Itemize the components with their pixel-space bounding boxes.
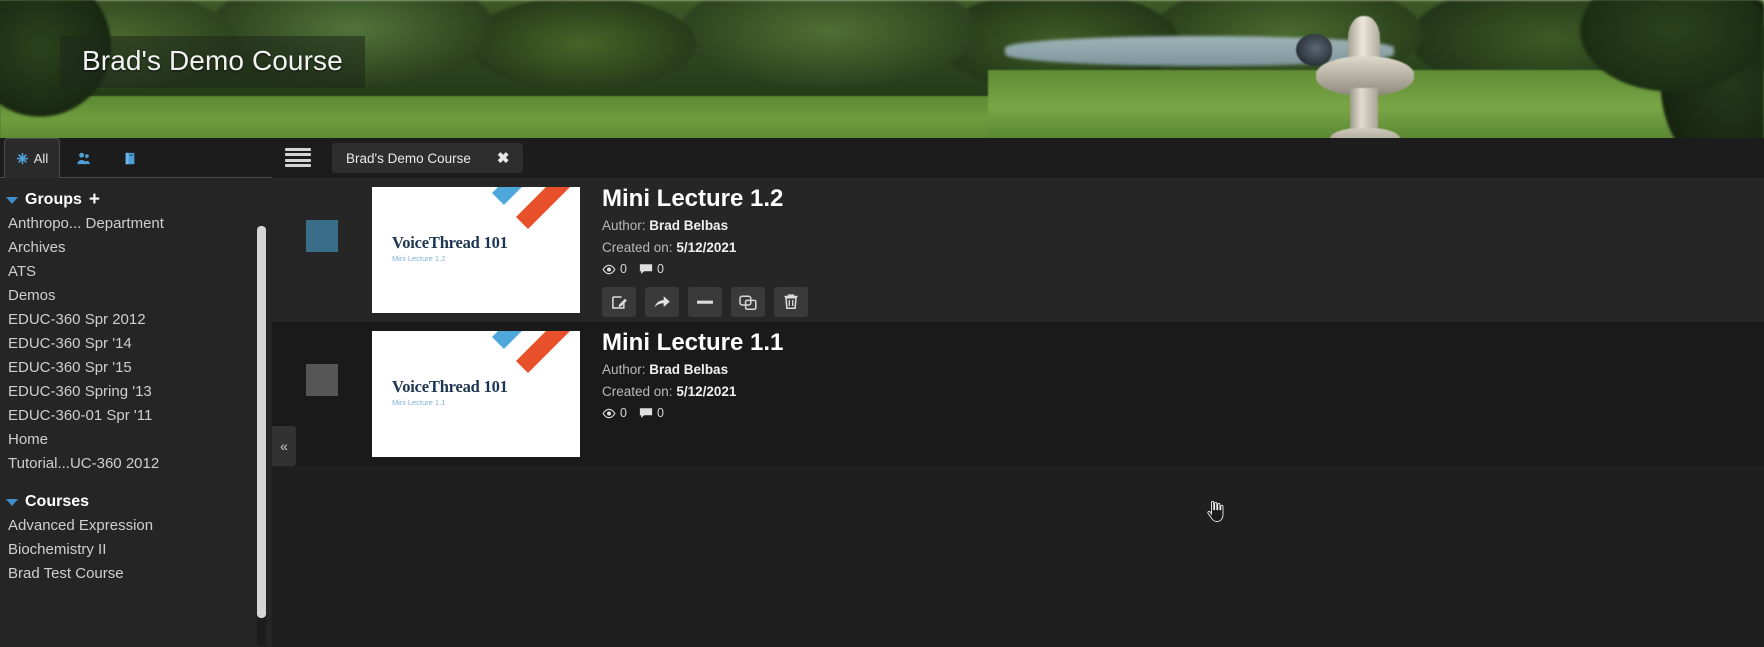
groups-section-label: Groups	[25, 191, 82, 208]
thumbnail-title: VoiceThread 101	[392, 233, 508, 252]
sidebar-tabbar: All	[0, 138, 272, 179]
eye-icon	[602, 408, 616, 419]
edit-button[interactable]	[602, 287, 636, 317]
tab-people[interactable]	[64, 138, 108, 179]
thread-select-tile[interactable]	[306, 220, 338, 252]
list-item[interactable]: EDUC-360 Spr '15	[0, 356, 272, 380]
add-group-button[interactable]: +	[89, 190, 100, 209]
table-row[interactable]: VoiceThread 101 Mini Lecture 1.2 Mini Le…	[272, 178, 1764, 322]
author-label: Author:	[602, 218, 646, 233]
share-arrow-icon	[653, 294, 671, 310]
edit-icon	[611, 294, 628, 311]
thread-title[interactable]: Mini Lecture 1.2	[602, 184, 808, 214]
list-item[interactable]: EDUC-360-01 Spr '11	[0, 404, 272, 428]
view-count: 0	[602, 406, 627, 420]
courses-section-label: Courses	[25, 493, 90, 510]
comment-icon	[639, 263, 653, 275]
thread-counts: 0 0	[602, 406, 783, 420]
list-item[interactable]: Anthropo... Department	[0, 212, 272, 236]
comment-count: 0	[639, 262, 664, 276]
delete-button[interactable]	[774, 287, 808, 317]
thread-author: Author: Brad Belbas	[602, 216, 808, 236]
asterisk-icon	[16, 152, 29, 165]
thread-created: Created on: 5/12/2021	[602, 238, 808, 258]
thread-created: Created on: 5/12/2021	[602, 382, 783, 402]
created-value: 5/12/2021	[676, 384, 737, 399]
caret-down-icon	[6, 498, 18, 506]
minus-icon	[696, 299, 714, 305]
thread-info: Mini Lecture 1.1 Author: Brad Belbas Cre…	[602, 328, 783, 420]
tab-all-label: All	[33, 151, 49, 166]
collapse-sidebar-button[interactable]: «	[272, 426, 296, 466]
open-course-tab-label: Brad's Demo Course	[346, 150, 471, 166]
list-item[interactable]: Archives	[0, 236, 272, 260]
thread-select-tile[interactable]	[306, 364, 338, 396]
list-item[interactable]: EDUC-360 Spr 2012	[0, 308, 272, 332]
caret-down-icon	[6, 196, 18, 204]
thumbnail-subtitle: Mini Lecture 1.2	[392, 254, 446, 263]
author-value: Brad Belbas	[649, 362, 729, 377]
thread-counts: 0 0	[602, 262, 808, 276]
remove-button[interactable]	[688, 287, 722, 317]
tab-course[interactable]	[110, 138, 154, 179]
list-item[interactable]: EDUC-360 Spring '13	[0, 380, 272, 404]
comment-count-value: 0	[656, 262, 664, 276]
list-item[interactable]: Home	[0, 428, 272, 452]
sidebar: All Groups + Anthropo... Department Arch…	[0, 138, 272, 647]
comment-icon	[639, 407, 653, 419]
open-course-tab[interactable]: Brad's Demo Course ✖	[332, 143, 524, 173]
author-value: Brad Belbas	[649, 218, 729, 233]
created-label: Created on:	[602, 384, 673, 399]
thread-list: VoiceThread 101 Mini Lecture 1.2 Mini Le…	[272, 178, 1764, 466]
table-row[interactable]: VoiceThread 101 Mini Lecture 1.1 Mini Le…	[272, 322, 1764, 466]
book-icon	[123, 151, 137, 166]
list-item[interactable]: Biochemistry II	[0, 538, 272, 562]
list-item[interactable]: Brad Test Course	[0, 562, 272, 586]
tab-all[interactable]: All	[4, 138, 60, 179]
share-button[interactable]	[645, 287, 679, 317]
page-title: Brad's Demo Course	[60, 36, 365, 88]
comment-count-value: 0	[656, 406, 664, 420]
hamburger-icon[interactable]	[285, 148, 311, 167]
main-tabbar: Brad's Demo Course ✖	[272, 138, 1764, 178]
main-content: Brad's Demo Course ✖ VoiceThread 101 Min…	[272, 138, 1764, 647]
created-value: 5/12/2021	[676, 240, 737, 255]
banner-fountain	[1310, 4, 1420, 152]
list-item[interactable]: Advanced Expression	[0, 514, 272, 538]
view-count-value: 0	[620, 406, 627, 420]
people-icon	[76, 151, 91, 166]
list-item[interactable]: EDUC-360 Spr '14	[0, 332, 272, 356]
voicethread-app: Brad's Demo Course All Groups + Anthropo…	[0, 0, 1764, 647]
banner-tree-right	[1534, 0, 1764, 152]
thread-info: Mini Lecture 1.2 Author: Brad Belbas Cre…	[602, 184, 808, 317]
scrollbar[interactable]	[257, 226, 266, 646]
mouse-cursor	[1207, 500, 1225, 523]
thumbnail-title: VoiceThread 101	[392, 377, 508, 396]
list-item[interactable]: ATS	[0, 260, 272, 284]
list-item[interactable]: Tutorial...UC-360 2012	[0, 452, 272, 476]
comment-count: 0	[639, 406, 664, 420]
eye-icon	[602, 264, 616, 275]
author-label: Author:	[602, 362, 646, 377]
thread-author: Author: Brad Belbas	[602, 360, 783, 380]
list-item[interactable]: Demos	[0, 284, 272, 308]
scrollbar-thumb[interactable]	[257, 226, 266, 618]
course-banner: Brad's Demo Course	[0, 0, 1764, 152]
thumbnail-subtitle: Mini Lecture 1.1	[392, 398, 446, 407]
copy-icon	[739, 294, 757, 311]
thread-thumbnail[interactable]: VoiceThread 101 Mini Lecture 1.1	[372, 331, 580, 457]
copy-button[interactable]	[731, 287, 765, 317]
sidebar-tree[interactable]: Groups + Anthropo... Department Archives…	[0, 178, 272, 646]
thread-thumbnail[interactable]: VoiceThread 101 Mini Lecture 1.2	[372, 187, 580, 313]
thread-title[interactable]: Mini Lecture 1.1	[602, 328, 783, 358]
trash-icon	[783, 293, 799, 311]
thread-actions	[602, 287, 808, 317]
groups-section-header[interactable]: Groups +	[0, 188, 272, 212]
view-count-value: 0	[620, 262, 627, 276]
created-label: Created on:	[602, 240, 673, 255]
close-icon[interactable]: ✖	[497, 149, 510, 167]
view-count: 0	[602, 262, 627, 276]
courses-section-header[interactable]: Courses	[0, 490, 272, 514]
